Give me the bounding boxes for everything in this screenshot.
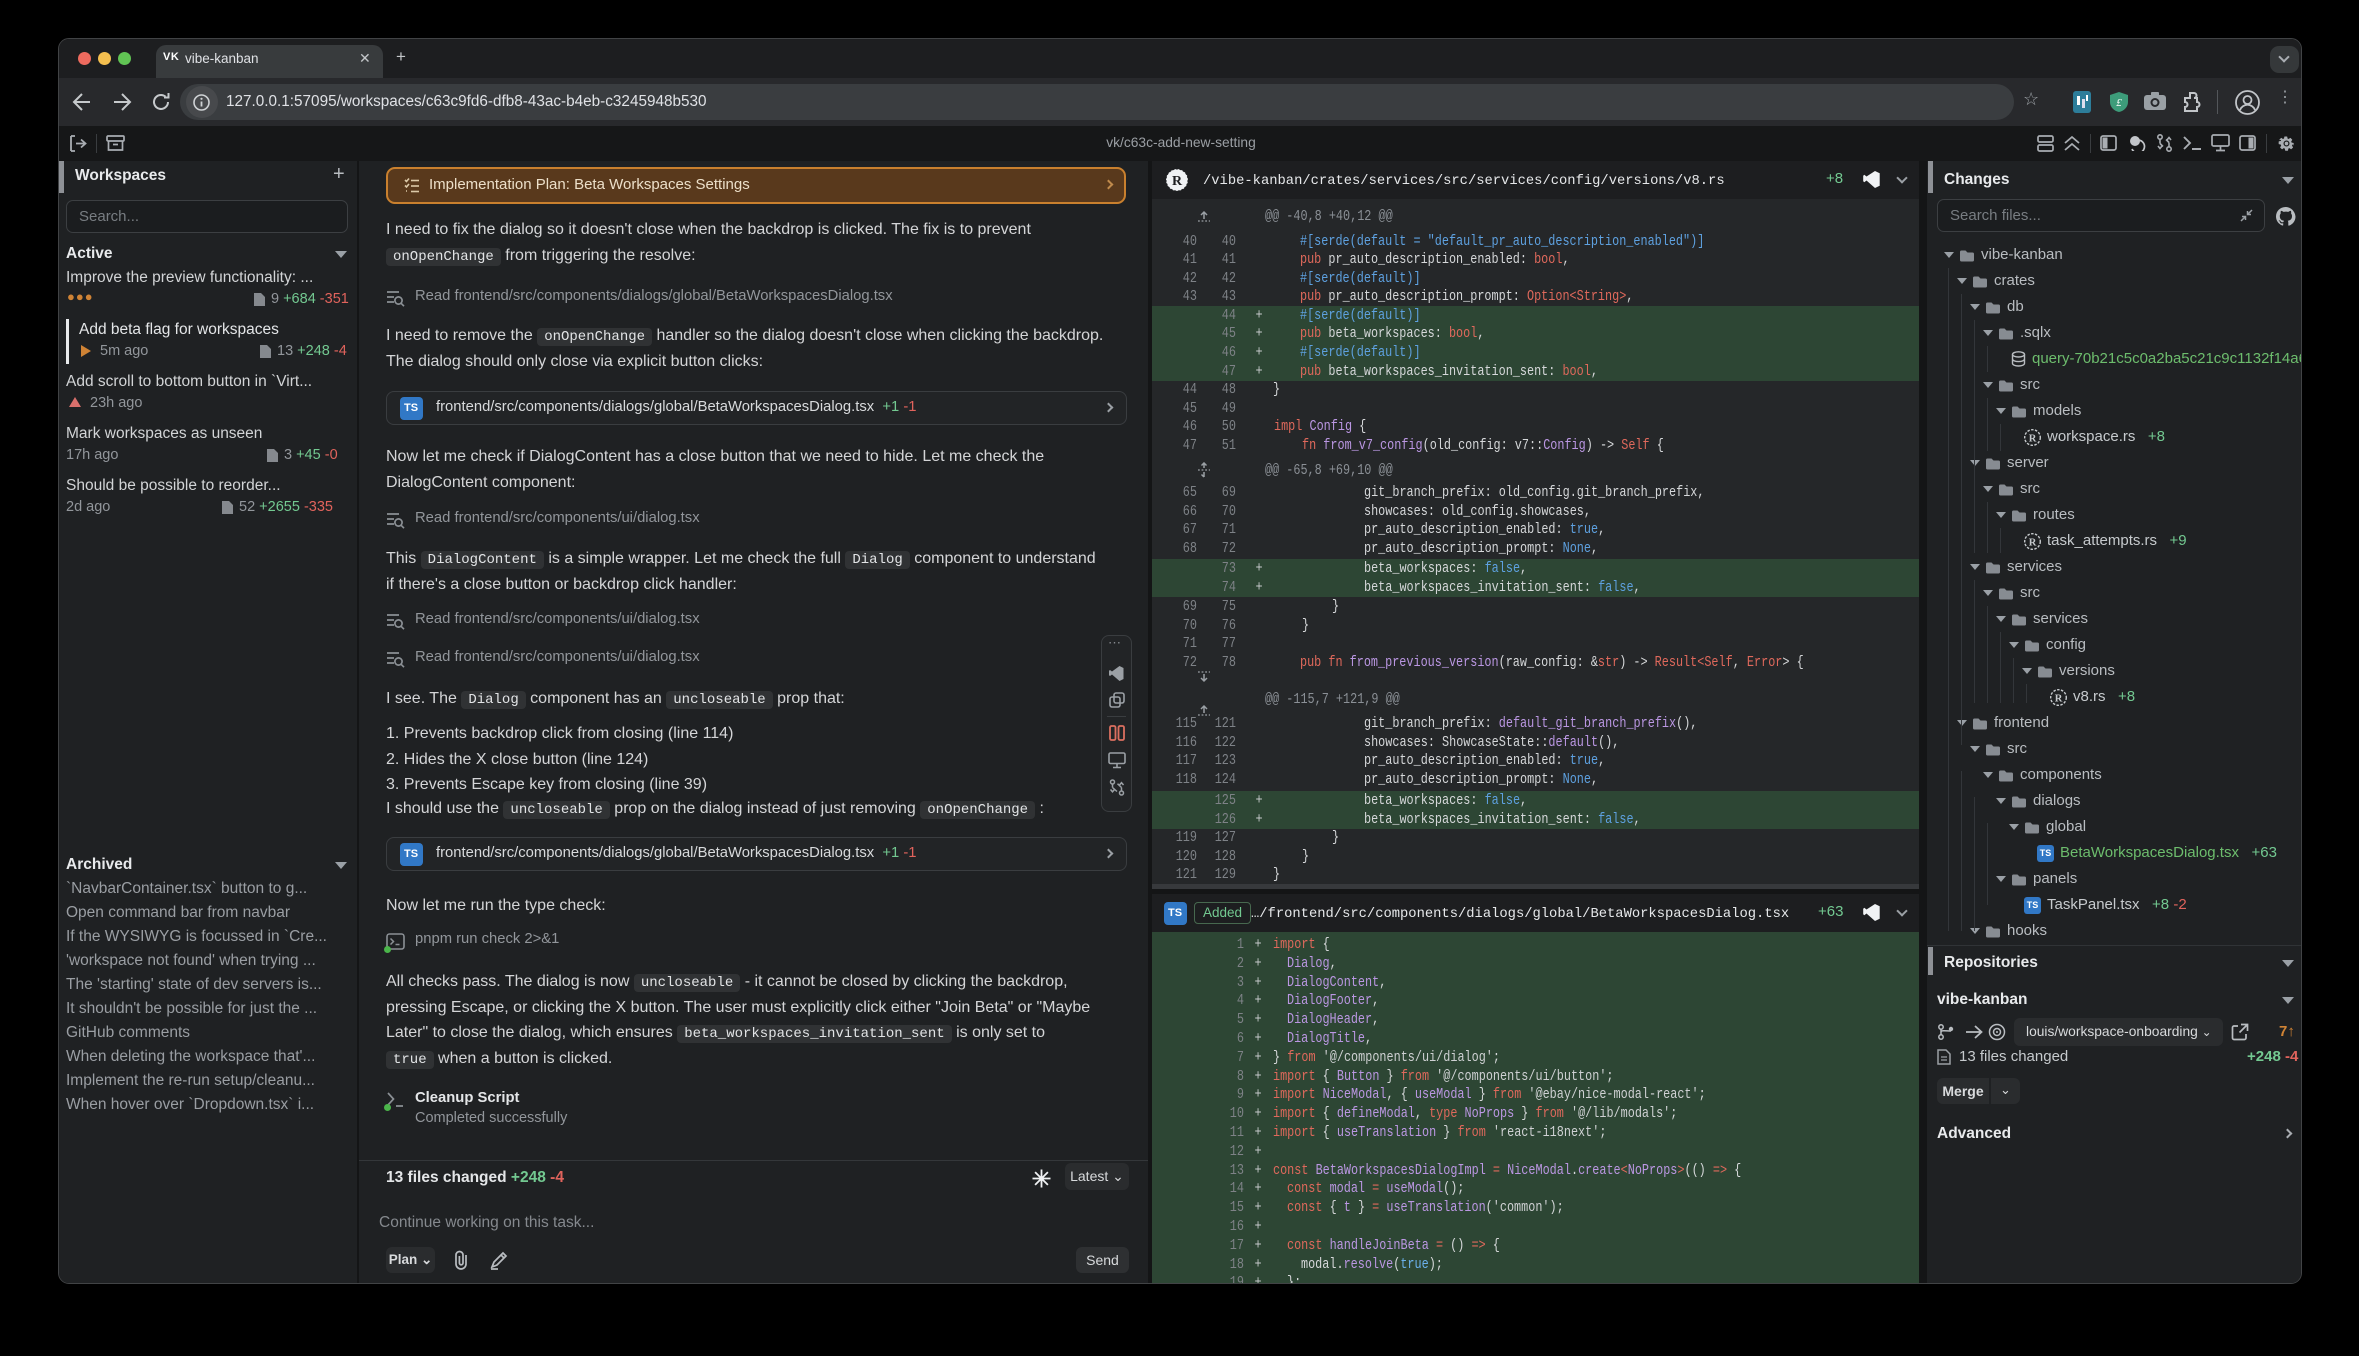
svg-text:£: £ [2116,97,2122,109]
svg-text:R: R [2029,434,2037,445]
svg-text:R: R [2055,694,2063,705]
svg-text:R: R [2029,538,2037,549]
svg-text:R: R [1172,174,1183,189]
